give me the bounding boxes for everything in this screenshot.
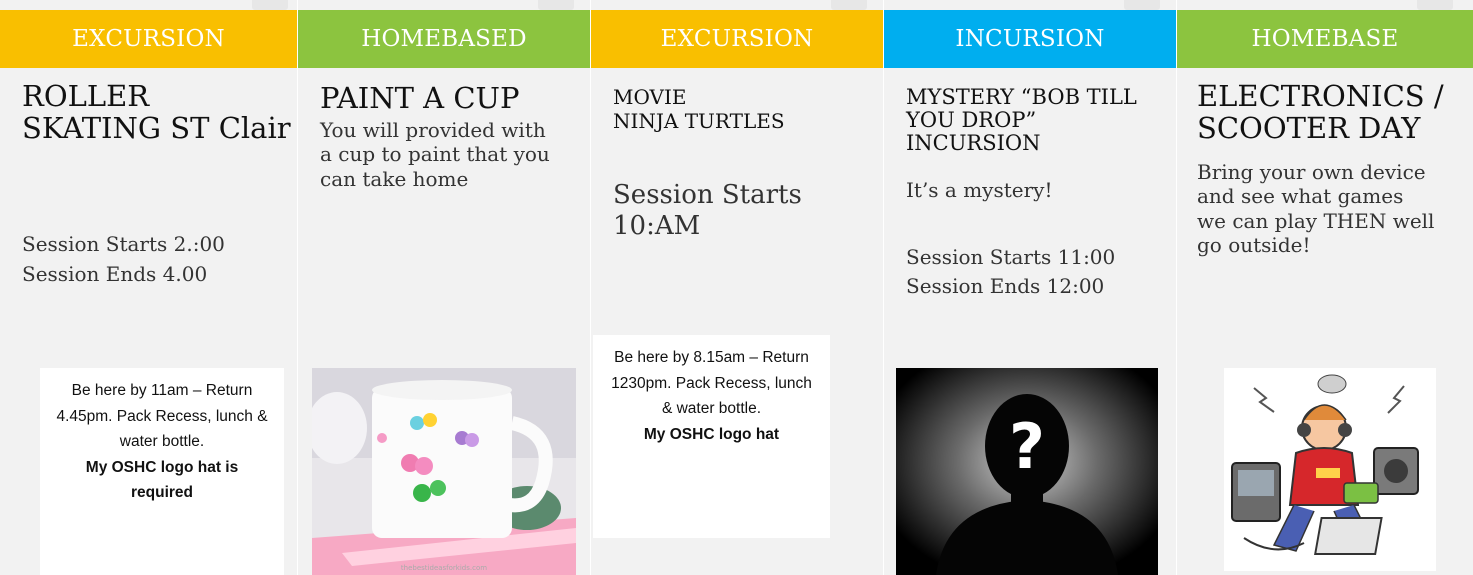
note-text: Be here by 11am – Return 4.45pm. Pack Re… [56, 382, 268, 451]
activity-column-paint-a-cup: HOMEBASED PAINT A CUP You will provided … [298, 0, 590, 575]
column-tab [252, 0, 288, 10]
activity-title: ROLLER SKATING ST Clair [22, 79, 291, 146]
column-tab [1417, 0, 1453, 10]
activity-title-line-1: MOVIE [613, 85, 687, 109]
activity-board: EXCURSION ROLLER SKATING ST Clair Sessio… [0, 0, 1473, 575]
painted-cup-image: thebestideasforkids.com [312, 368, 576, 575]
electronics-kid-clipart [1224, 368, 1436, 571]
activity-column-movie: EXCURSION MOVIE NINJA TURTLES Session St… [591, 0, 883, 575]
mystery-silhouette-image: ? [896, 368, 1158, 575]
activity-description: Bring your own device and see what games… [1197, 160, 1435, 258]
column-tab [538, 0, 574, 10]
column-header: EXCURSION [591, 10, 883, 68]
note-text: Be here by 8.15am – Return 1230pm. Pack … [611, 349, 812, 418]
session-start-time: Session Starts 2.:00 [22, 232, 225, 256]
note-requirement: My OSHC logo hat [643, 425, 780, 443]
column-header: HOMEBASE [1177, 10, 1473, 68]
column-header: EXCURSION [0, 10, 297, 68]
column-header: HOMEBASED [298, 10, 590, 68]
activity-title: MYSTERY “BOB TILL YOU DROP” INCURSION [906, 85, 1137, 156]
note-requirement: My OSHC logo hat is required [85, 458, 239, 502]
excursion-note: Be here by 8.15am – Return 1230pm. Pack … [593, 335, 830, 538]
excursion-note: Be here by 11am – Return 4.45pm. Pack Re… [40, 368, 284, 575]
activity-column-mystery: INCURSION MYSTERY “BOB TILL YOU DROP” IN… [884, 0, 1176, 575]
activity-description: It’s a mystery! [906, 178, 1053, 202]
session-end-time: Session Ends 4.00 [22, 262, 208, 286]
activity-title-line-2: NINJA TURTLES [613, 109, 785, 133]
column-tab [1124, 0, 1160, 10]
activity-column-electronics: HOMEBASE ELECTRONICS / SCOOTER DAY Bring… [1177, 0, 1473, 575]
column-header: INCURSION [884, 10, 1176, 68]
activity-title: PAINT A CUP [320, 81, 520, 115]
activity-column-roller-skating: EXCURSION ROLLER SKATING ST Clair Sessio… [0, 0, 297, 575]
session-start-time: Session Starts 11:00 [906, 245, 1116, 269]
svg-text:?: ? [1009, 410, 1045, 483]
image-caption: thebestideasforkids.com [400, 564, 488, 572]
session-start-time: Session Starts 10:AM [613, 180, 802, 242]
activity-description: You will provided with a cup to paint th… [320, 118, 550, 191]
session-end-time: Session Ends 12:00 [906, 274, 1105, 298]
column-tab [831, 0, 867, 10]
activity-title: ELECTRONICS / SCOOTER DAY [1197, 79, 1444, 146]
